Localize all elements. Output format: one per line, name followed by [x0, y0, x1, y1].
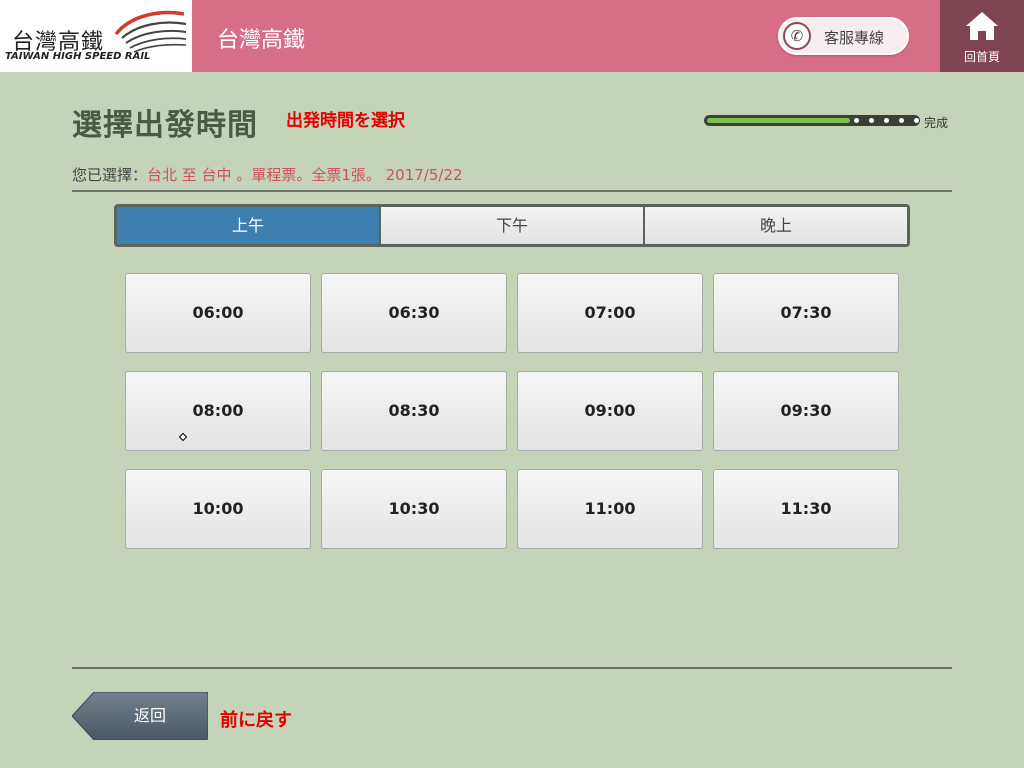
time-button[interactable]: 10:00: [125, 469, 311, 549]
progress-bar: [704, 115, 920, 126]
progress-dots: [854, 118, 919, 123]
phone-icon: ✆: [783, 22, 811, 50]
divider: [72, 190, 952, 192]
home-icon: [966, 12, 998, 40]
tab-evening[interactable]: 晚上: [645, 207, 907, 244]
time-button[interactable]: 06:30: [321, 273, 507, 353]
time-button[interactable]: 08:30: [321, 371, 507, 451]
back-label-jp: 前に戻す: [220, 710, 292, 731]
logo-text-en: TAIWAN HIGH SPEED RAIL: [5, 51, 151, 62]
time-button[interactable]: 10:30: [321, 469, 507, 549]
tab-morning[interactable]: 上午: [117, 207, 379, 244]
customer-service-label: 客服專線: [824, 29, 885, 47]
time-button[interactable]: 09:00: [517, 371, 703, 451]
time-button[interactable]: 11:00: [517, 469, 703, 549]
time-button[interactable]: 07:30: [713, 273, 899, 353]
time-button[interactable]: 07:00: [517, 273, 703, 353]
page-title: 選擇出發時間: [72, 108, 258, 143]
thsr-logo: 台灣高鐵 TAIWAN HIGH SPEED RAIL: [0, 0, 192, 72]
header-bar: 台灣高鐵 TAIWAN HIGH SPEED RAIL 台灣高鐵 ✆ 客服專線 …: [0, 0, 1024, 72]
time-button[interactable]: 11:30: [713, 469, 899, 549]
cursor-icon: [179, 433, 187, 441]
summary-value: 台北 至 台中 。單程票。全票1張。 2017/5/22: [147, 166, 463, 184]
customer-service-button[interactable]: ✆ 客服專線: [778, 17, 909, 55]
divider: [72, 667, 952, 669]
selection-summary: 您已選擇：台北 至 台中 。單程票。全票1張。 2017/5/22: [72, 164, 463, 185]
tab-afternoon[interactable]: 下午: [381, 207, 643, 244]
home-button[interactable]: 回首頁: [940, 0, 1024, 72]
period-tabs: 上午 下午 晚上: [114, 204, 910, 247]
home-label: 回首頁: [963, 50, 1000, 64]
progress-label: 完成: [924, 116, 949, 130]
summary-label: 您已選擇：: [72, 166, 148, 184]
back-button[interactable]: 返回: [72, 692, 208, 740]
progress-fill: [707, 118, 850, 123]
back-label: 返回: [133, 706, 166, 725]
header-title: 台灣高鐵: [217, 28, 306, 53]
page-title-jp: 出発時間を選択: [286, 111, 405, 131]
time-button[interactable]: 08:00: [125, 371, 311, 451]
time-button[interactable]: 06:00: [125, 273, 311, 353]
time-button[interactable]: 09:30: [713, 371, 899, 451]
logo-swoosh-icon: [114, 10, 187, 53]
